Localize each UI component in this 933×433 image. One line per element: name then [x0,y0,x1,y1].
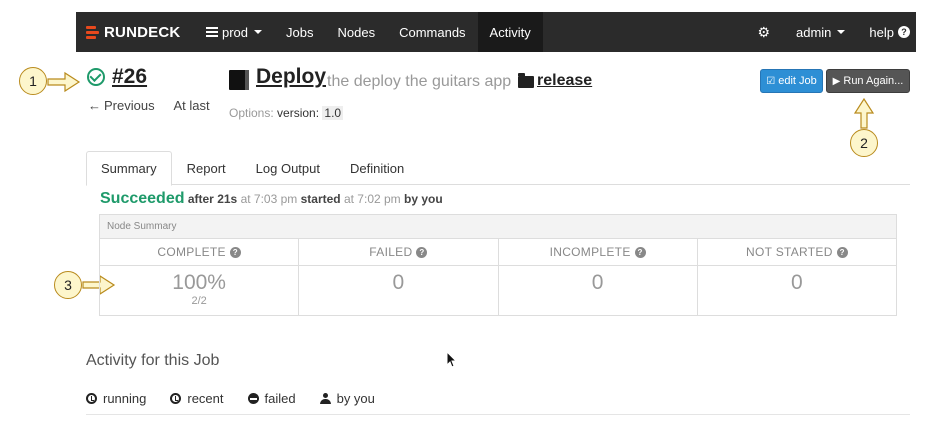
failed-value: 0 [392,271,405,294]
summary-complete: COMPLETE? 100% 2/2 [100,239,300,316]
play-icon: ▶ [832,75,841,87]
filter-failed[interactable]: failed [236,383,308,415]
execution-status: Succeeded after 21s at 7:03 pm started a… [100,190,443,207]
clock-icon [170,393,182,404]
summary-failed: FAILED? 0 [299,239,499,316]
execution-navigation: ← Previous At last [88,98,218,113]
duration: 21s [217,192,238,206]
node-summary-panel: Node Summary COMPLETE? 100% 2/2 FAILED? … [99,214,897,316]
question-icon[interactable]: ? [416,246,428,258]
complete-count: 2/2 [191,295,207,307]
not-started-value: 0 [791,271,803,294]
status-badge: Succeeded [100,190,185,207]
question-icon[interactable]: ? [229,246,241,258]
book-icon [229,70,249,90]
tab-log-output[interactable]: Log Output [241,151,335,185]
node-summary-title: Node Summary [100,215,896,239]
callout-arrow-2 [853,97,875,129]
filter-running[interactable]: running [86,383,158,415]
at-last-label: At last [173,98,210,113]
clock-icon [86,393,97,404]
minus-circle-icon [247,393,259,404]
edit-job-button[interactable]: ☑ edit Job [760,69,823,93]
execution-id-link[interactable]: #26 [112,65,147,89]
filter-recent[interactable]: recent [158,383,235,415]
job-options: Options: version: 1.0 [229,106,344,120]
complete-value: 100% [172,271,226,294]
check-circle-icon [87,68,105,86]
tab-report[interactable]: Report [172,151,241,185]
question-icon[interactable]: ? [634,246,646,258]
option-value: 1.0 [322,106,344,120]
activity-filters: running recent failed by you [86,383,910,415]
summary-incomplete: INCOMPLETE? 0 [498,239,698,316]
question-icon[interactable]: ? [836,246,848,258]
option-name: version: [277,106,320,120]
tab-summary[interactable]: Summary [86,151,172,186]
summary-not-started: NOT STARTED? 0 [697,239,896,316]
mouse-cursor-icon [446,351,458,368]
job-name-link[interactable]: Deploy [256,65,326,89]
activity-title: Activity for this Job [86,352,220,369]
execution-tabs: Summary Report Log Output Definition [86,151,910,186]
incomplete-value: 0 [591,271,604,294]
arrow-left-icon: ← [88,98,101,113]
job-group-link[interactable]: release [537,72,592,90]
callout-arrow-1 [47,71,81,93]
user-icon [319,393,331,404]
job-description: the deploy the guitars app [327,73,512,90]
edit-icon: ☑ [766,75,776,87]
previous-link[interactable]: ← Previous [88,98,163,113]
folder-icon [518,73,534,88]
run-again-button[interactable]: ▶ Run Again... [826,69,910,93]
tab-definition[interactable]: Definition [335,151,419,185]
filter-by-you[interactable]: by you [308,383,387,415]
